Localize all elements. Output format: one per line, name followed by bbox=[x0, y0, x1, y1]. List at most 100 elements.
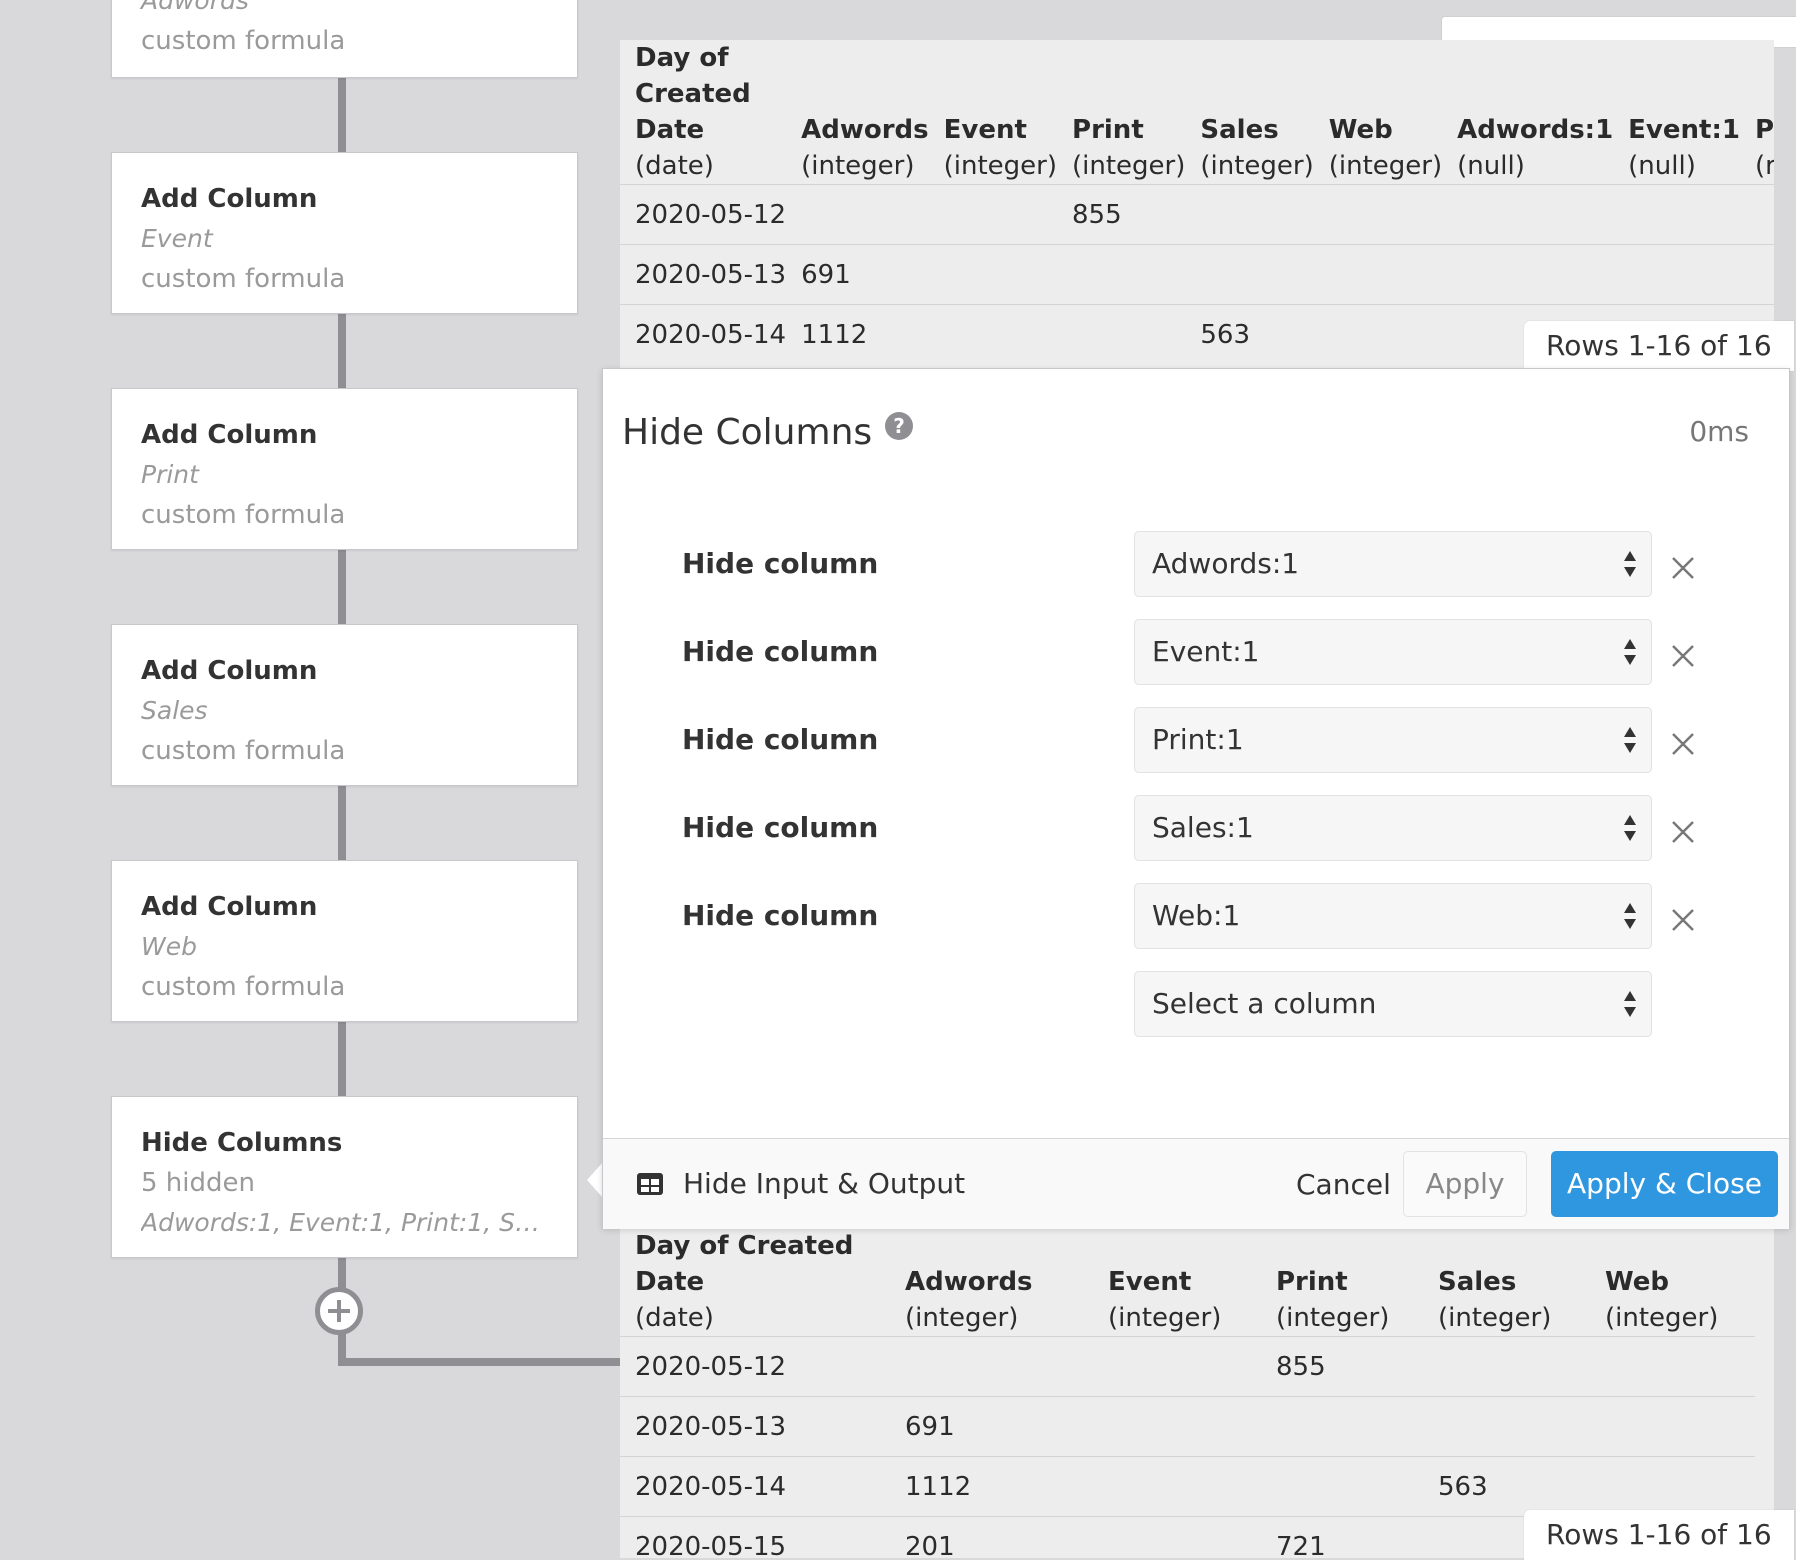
close-icon[interactable] bbox=[1668, 641, 1698, 671]
hide-column-label: Hide column bbox=[682, 723, 879, 756]
select-value: Sales:1 bbox=[1152, 811, 1254, 844]
table-cell: 1112 bbox=[786, 304, 929, 364]
hide-column-select-5[interactable]: Web:1 bbox=[1134, 883, 1652, 949]
hide-column-label: Hide column bbox=[682, 899, 879, 932]
table-cell bbox=[1093, 1336, 1261, 1397]
close-icon[interactable] bbox=[1668, 553, 1698, 583]
close-icon[interactable] bbox=[1668, 817, 1698, 847]
column-header[interactable]: Day of Created Date (date) bbox=[620, 40, 786, 185]
table-cell bbox=[1093, 1396, 1261, 1457]
step-card-sales[interactable]: Add Column Sales custom formula bbox=[111, 624, 578, 786]
input-table: Day of Created Date (date) Adwords (integ… bbox=[620, 40, 1774, 368]
table-cell: 1112 bbox=[890, 1456, 1093, 1517]
step-card-hide-columns[interactable]: Hide Columns 5 hidden Adwords:1, Event:1… bbox=[111, 1096, 578, 1258]
table-cell bbox=[928, 244, 1058, 305]
table-cell bbox=[1313, 244, 1443, 305]
close-icon[interactable] bbox=[1668, 905, 1698, 935]
table-cell: 2020-05-12 bbox=[620, 1336, 890, 1397]
hide-column-label: Hide column bbox=[682, 635, 879, 668]
select-arrows-icon bbox=[1624, 815, 1636, 841]
step-title: Add Column bbox=[141, 656, 318, 686]
timing-label: 0ms bbox=[1689, 415, 1749, 448]
column-header[interactable]: Event:1 (null) bbox=[1613, 40, 1740, 185]
column-type: (r bbox=[1754, 151, 1774, 181]
table-cell: 2020-05-12 bbox=[620, 184, 787, 245]
select-value: Web:1 bbox=[1152, 899, 1241, 932]
select-column-dropdown[interactable]: Select a column bbox=[1134, 971, 1652, 1037]
table-cell bbox=[1313, 304, 1443, 364]
step-detail: Web bbox=[141, 932, 197, 961]
column-header[interactable]: P (r bbox=[1740, 40, 1774, 185]
output-row-count: Rows 1-16 of 16 bbox=[1524, 1510, 1794, 1560]
cancel-button[interactable]: Cancel bbox=[1276, 1157, 1411, 1213]
hide-column-select-4[interactable]: Sales:1 bbox=[1134, 795, 1652, 861]
table-cell bbox=[786, 184, 929, 245]
table-cell bbox=[1739, 244, 1774, 305]
table-cell: 2020-05-13 bbox=[620, 244, 787, 305]
column-type: (integer) bbox=[1072, 151, 1186, 181]
step-card-adwords[interactable]: Adwords custom formula bbox=[111, 0, 578, 78]
column-header[interactable]: Web (integer) bbox=[1314, 40, 1442, 185]
column-header[interactable]: Adwords:1 (null) bbox=[1442, 40, 1613, 185]
column-type: (integer) bbox=[905, 1303, 1019, 1333]
table-cell: 563 bbox=[1423, 1456, 1590, 1517]
column-name: Day of Created Date bbox=[635, 1231, 854, 1297]
hide-input-output-toggle[interactable]: Hide Input & Output bbox=[683, 1167, 965, 1200]
table-row: 2020-05-12 855 bbox=[620, 1336, 1755, 1397]
table-cell bbox=[1093, 1456, 1261, 1517]
step-title: Add Column bbox=[141, 184, 318, 214]
dialog-title: Hide Columns bbox=[622, 412, 873, 453]
table-cell bbox=[1185, 184, 1314, 245]
table-cell bbox=[1442, 244, 1614, 305]
step-title: Add Column bbox=[141, 420, 318, 450]
column-header[interactable]: Print (integer) bbox=[1057, 40, 1185, 185]
table-cell bbox=[1613, 184, 1740, 245]
column-header[interactable]: Event (integer) bbox=[929, 40, 1057, 185]
column-header[interactable]: Print (integer) bbox=[1261, 1228, 1423, 1337]
step-title: Add Column bbox=[141, 892, 318, 922]
column-header[interactable]: Sales (integer) bbox=[1423, 1228, 1590, 1337]
step-subtitle: custom formula bbox=[141, 500, 346, 530]
add-step-button[interactable] bbox=[315, 1287, 363, 1335]
apply-button[interactable]: Apply bbox=[1403, 1151, 1527, 1217]
column-header[interactable]: Adwords (integer) bbox=[786, 40, 929, 185]
column-type: (integer) bbox=[801, 151, 915, 181]
column-name: P bbox=[1754, 115, 1774, 145]
column-type: (null) bbox=[1457, 151, 1525, 181]
column-name: Day of Created Date bbox=[635, 43, 751, 145]
column-header[interactable]: Sales (integer) bbox=[1185, 40, 1313, 185]
table-cell bbox=[1057, 304, 1186, 364]
dialog-footer: Hide Input & Output Cancel Apply Apply &… bbox=[603, 1138, 1789, 1229]
column-name: Adwords bbox=[801, 115, 929, 145]
column-header[interactable]: Day of Created Date (date) bbox=[620, 1228, 890, 1337]
table-icon[interactable] bbox=[636, 1172, 664, 1196]
step-subtitle: custom formula bbox=[141, 972, 346, 1002]
column-name: Event:1 bbox=[1628, 115, 1740, 145]
table-cell bbox=[928, 184, 1058, 245]
step-detail: Print bbox=[141, 460, 199, 489]
hide-column-select-1[interactable]: Adwords:1 bbox=[1134, 531, 1652, 597]
hide-column-select-3[interactable]: Print:1 bbox=[1134, 707, 1652, 773]
table-cell: 2020-05-14 bbox=[620, 1456, 890, 1517]
column-header[interactable]: Event (integer) bbox=[1093, 1228, 1261, 1337]
pipeline-connector bbox=[338, 78, 346, 152]
close-icon[interactable] bbox=[1668, 729, 1698, 759]
step-card-web[interactable]: Add Column Web custom formula bbox=[111, 860, 578, 1022]
apply-close-button[interactable]: Apply & Close bbox=[1551, 1151, 1778, 1217]
column-header[interactable]: Web (integer) bbox=[1590, 1228, 1755, 1337]
table-cell bbox=[1423, 1336, 1590, 1397]
step-detail: Adwords bbox=[141, 0, 249, 15]
table-cell: 691 bbox=[786, 244, 929, 305]
hide-column-select-2[interactable]: Event:1 bbox=[1134, 619, 1652, 685]
question-circle-icon[interactable]: ? bbox=[885, 412, 913, 440]
step-card-print[interactable]: Add Column Print custom formula bbox=[111, 388, 578, 550]
column-header[interactable]: Adwords (integer) bbox=[890, 1228, 1093, 1337]
table-row: 2020-05-14 1112 563 bbox=[620, 1456, 1755, 1517]
step-card-event[interactable]: Add Column Event custom formula bbox=[111, 152, 578, 314]
column-type: (integer) bbox=[1328, 151, 1443, 181]
step-subtitle: custom formula bbox=[141, 736, 346, 766]
select-value: Print:1 bbox=[1152, 723, 1244, 756]
table-cell: 2020-05-14 bbox=[620, 304, 787, 364]
pipeline-connector bbox=[338, 786, 346, 860]
table-cell: 855 bbox=[1261, 1336, 1423, 1397]
